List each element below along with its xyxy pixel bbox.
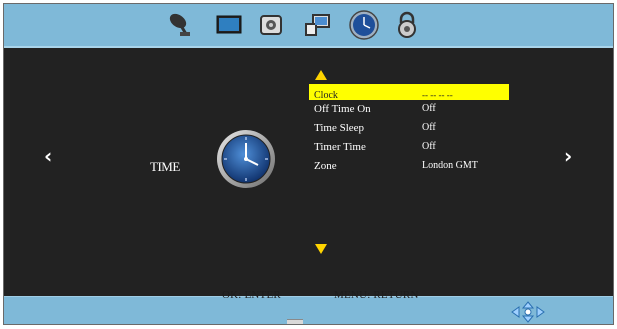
lock-icon — [398, 11, 416, 38]
tab-sound[interactable] — [254, 10, 288, 40]
menu-item-clock[interactable]: Clock -- -- -- -- — [309, 84, 509, 101]
tab-channel[interactable] — [164, 10, 198, 40]
osd-window: ‹ › TIME Clock -- -- -- -- Off Time On O… — [3, 3, 614, 325]
satellite-icon — [169, 13, 190, 36]
menu-item-label: Zone — [314, 160, 337, 172]
tab-picture[interactable] — [212, 10, 246, 40]
time-icon — [349, 10, 379, 40]
sound-icon — [260, 15, 282, 35]
menu-item-label: Timer Time — [314, 141, 366, 153]
clock-icon — [217, 130, 275, 188]
menu-item-sleep[interactable]: Time Sleep Off — [309, 119, 509, 138]
menu-tab-bar — [4, 4, 613, 48]
menu-item-timer[interactable]: Timer Time Off — [309, 138, 509, 157]
menu-item-label: Off Time On — [314, 103, 371, 115]
section-title: TIME — [150, 159, 180, 174]
hint-menu: MENU: RETURN — [334, 289, 419, 301]
scroll-up-icon[interactable] — [315, 70, 327, 80]
menu-item-value: Off — [422, 103, 436, 114]
menu-item-off-time[interactable]: Off Time On Off — [309, 100, 509, 119]
time-menu-list: Clock -- -- -- -- Off Time On Off Time S… — [309, 84, 509, 176]
scroll-tab — [287, 319, 303, 324]
menu-item-zone[interactable]: Zone London GMT — [309, 157, 509, 176]
tab-time[interactable] — [347, 10, 381, 40]
menu-item-value: Off — [422, 141, 436, 152]
navigation-arrows-icon — [511, 301, 545, 323]
previous-page-icon[interactable]: ‹ — [44, 144, 52, 168]
scroll-down-icon[interactable] — [315, 244, 327, 254]
hint-enter: OK: ENTER — [222, 289, 281, 301]
picture-icon — [216, 15, 242, 34]
menu-item-label: Time Sleep — [314, 122, 365, 134]
screen-icon — [305, 14, 330, 36]
menu-item-value: -- -- -- -- — [422, 90, 453, 100]
help-bar: OK: ENTER MENU: RETURN — [4, 289, 613, 324]
tab-lock[interactable] — [390, 10, 424, 40]
menu-item-value: Off — [422, 122, 436, 133]
tab-screen[interactable] — [301, 10, 335, 40]
menu-item-value: London GMT — [422, 160, 478, 171]
next-page-icon[interactable]: › — [564, 144, 572, 168]
